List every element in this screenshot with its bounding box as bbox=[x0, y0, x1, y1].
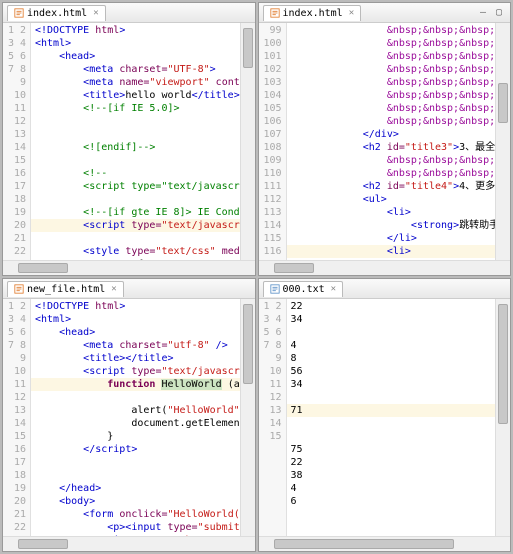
code-area[interactable]: <!DOCTYPE html> <html> <head> <meta char… bbox=[31, 299, 240, 536]
pane-top-left: index.html ✕ 1 2 3 4 5 6 7 8 9 10 11 12 … bbox=[2, 2, 256, 276]
tab-bar: index.html ✕ — ▢ bbox=[259, 3, 511, 23]
vertical-scrollbar[interactable] bbox=[495, 299, 510, 536]
tab-label: new_file.html bbox=[27, 284, 105, 295]
vertical-scrollbar[interactable] bbox=[240, 23, 255, 260]
close-icon[interactable]: ✕ bbox=[111, 284, 116, 294]
pane-top-right: index.html ✕ — ▢ 99 100 101 102 103 104 … bbox=[258, 2, 512, 276]
tab-label: index.html bbox=[283, 8, 343, 19]
vertical-scrollbar[interactable] bbox=[495, 23, 510, 260]
tab-000-txt[interactable]: 000.txt ✕ bbox=[263, 281, 344, 297]
pane-bottom-right: 000.txt ✕ 1 2 3 4 5 6 7 8 9 10 11 12 13 … bbox=[258, 278, 512, 552]
code-editor[interactable]: 1 2 3 4 5 6 7 8 9 10 11 12 13 14 15 22 3… bbox=[259, 299, 511, 536]
tab-index-html[interactable]: index.html ✕ bbox=[7, 5, 106, 21]
tab-bar: 000.txt ✕ bbox=[259, 279, 511, 299]
pane-bottom-left: new_file.html ✕ 1 2 3 4 5 6 7 8 9 10 11 … bbox=[2, 278, 256, 552]
code-area[interactable]: 22 34 4 8 56 34 71 75 22 38 4 6 bbox=[287, 299, 496, 536]
horizontal-scrollbar[interactable] bbox=[259, 536, 511, 551]
code-editor[interactable]: 1 2 3 4 5 6 7 8 9 10 11 12 13 14 15 16 1… bbox=[3, 299, 255, 536]
code-area[interactable]: &nbsp;&nbsp;&nbsp;&nbsp; &nbsp;&nbsp;&nb… bbox=[287, 23, 496, 260]
close-icon[interactable]: ✕ bbox=[93, 8, 98, 18]
horizontal-scrollbar[interactable] bbox=[3, 536, 255, 551]
text-file-icon bbox=[270, 284, 280, 294]
vertical-scrollbar[interactable] bbox=[240, 299, 255, 536]
line-gutter: 1 2 3 4 5 6 7 8 9 10 11 12 13 14 15 16 1… bbox=[3, 23, 31, 260]
line-gutter: 99 100 101 102 103 104 105 106 107 108 1… bbox=[259, 23, 287, 260]
tab-bar: new_file.html ✕ bbox=[3, 279, 255, 299]
tab-new-file-html[interactable]: new_file.html ✕ bbox=[7, 281, 124, 297]
minimize-icon[interactable]: — bbox=[476, 6, 490, 20]
close-icon[interactable]: ✕ bbox=[331, 284, 336, 294]
horizontal-scrollbar[interactable] bbox=[259, 260, 511, 275]
maximize-icon[interactable]: ▢ bbox=[492, 6, 506, 20]
code-area[interactable]: <!DOCTYPE html> <html> <head> <meta char… bbox=[31, 23, 240, 260]
tab-bar: index.html ✕ bbox=[3, 3, 255, 23]
html-file-icon bbox=[270, 8, 280, 18]
tab-index-html[interactable]: index.html ✕ bbox=[263, 5, 362, 21]
editor-grid: index.html ✕ 1 2 3 4 5 6 7 8 9 10 11 12 … bbox=[0, 0, 513, 554]
html-file-icon bbox=[14, 284, 24, 294]
line-gutter: 1 2 3 4 5 6 7 8 9 10 11 12 13 14 15 bbox=[259, 299, 287, 536]
tab-label: 000.txt bbox=[283, 284, 325, 295]
line-gutter: 1 2 3 4 5 6 7 8 9 10 11 12 13 14 15 16 1… bbox=[3, 299, 31, 536]
html-file-icon bbox=[14, 8, 24, 18]
horizontal-scrollbar[interactable] bbox=[3, 260, 255, 275]
tab-label: index.html bbox=[27, 8, 87, 19]
code-editor[interactable]: 99 100 101 102 103 104 105 106 107 108 1… bbox=[259, 23, 511, 260]
close-icon[interactable]: ✕ bbox=[349, 8, 354, 18]
code-editor[interactable]: 1 2 3 4 5 6 7 8 9 10 11 12 13 14 15 16 1… bbox=[3, 23, 255, 260]
